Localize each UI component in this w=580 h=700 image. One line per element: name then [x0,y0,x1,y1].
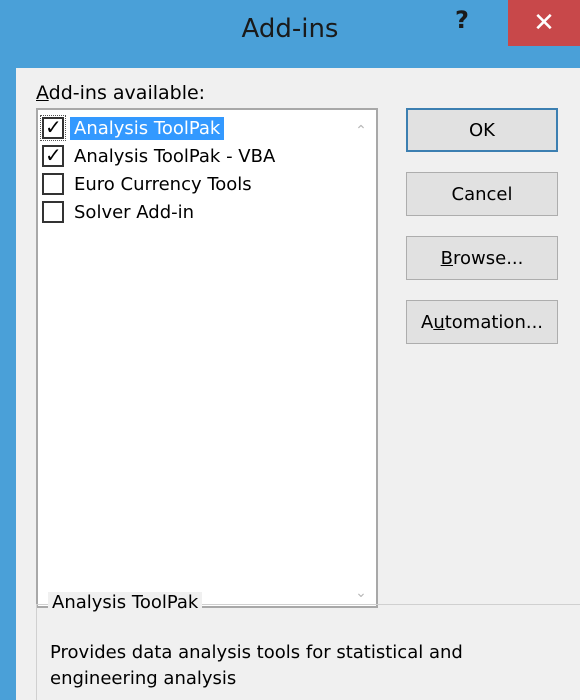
checkbox-analysis-toolpak-vba[interactable]: ✓ [42,143,64,167]
list-item-analysis-toolpak-vba[interactable]: ✓ Analysis ToolPak - VBA [38,142,348,170]
add-ins-list[interactable]: ✓ Analysis ToolPak ✓ Analysis ToolPak - … [36,108,378,608]
list-item-solver-add-in[interactable]: Solver Add-in [38,198,348,226]
list-item-label: Analysis ToolPak - VBA [74,145,276,167]
automation-button[interactable]: Au tomation... [406,300,558,344]
list-item-label: Analysis ToolPak [70,116,225,140]
list-item-label: Euro Currency Tools [74,173,252,195]
scroll-up-arrow-icon[interactable]: ⌃ [352,123,370,139]
list-item-label: Solver Add-in [74,201,195,223]
browse-button[interactable]: Browse... [406,236,558,280]
list-item-euro-currency-tools[interactable]: Euro Currency Tools [38,170,348,198]
close-button[interactable]: ✕ [508,0,580,46]
add-ins-dialog: Add-ins ? ✕ Add-ins available: ✓ Analysi… [0,0,580,700]
description-text: Provides data analysis tools for statist… [50,642,463,689]
check-icon: ✓ [45,143,62,167]
list-item-analysis-toolpak[interactable]: ✓ Analysis ToolPak [38,114,348,142]
close-icon: ✕ [533,8,555,38]
check-icon: ✓ [45,115,62,139]
add-ins-available-label: Add-ins available: [36,82,206,104]
dialog-body: Add-ins available: ✓ Analysis ToolPak ✓ … [16,68,580,700]
help-button[interactable]: ? [455,6,469,34]
dialog-title: Add-ins [241,14,339,44]
description-group: Analysis ToolPak Provides data analysis … [36,592,580,700]
title-bar: Add-ins ? ✕ [0,0,580,68]
ok-button[interactable]: OK [406,108,558,152]
description-title: Analysis ToolPak [48,592,203,613]
checkbox-solver-add-in[interactable] [42,201,64,223]
cancel-button[interactable]: Cancel [406,172,558,216]
checkbox-euro-currency-tools[interactable] [42,173,64,195]
checkbox-analysis-toolpak[interactable]: ✓ [40,115,66,141]
